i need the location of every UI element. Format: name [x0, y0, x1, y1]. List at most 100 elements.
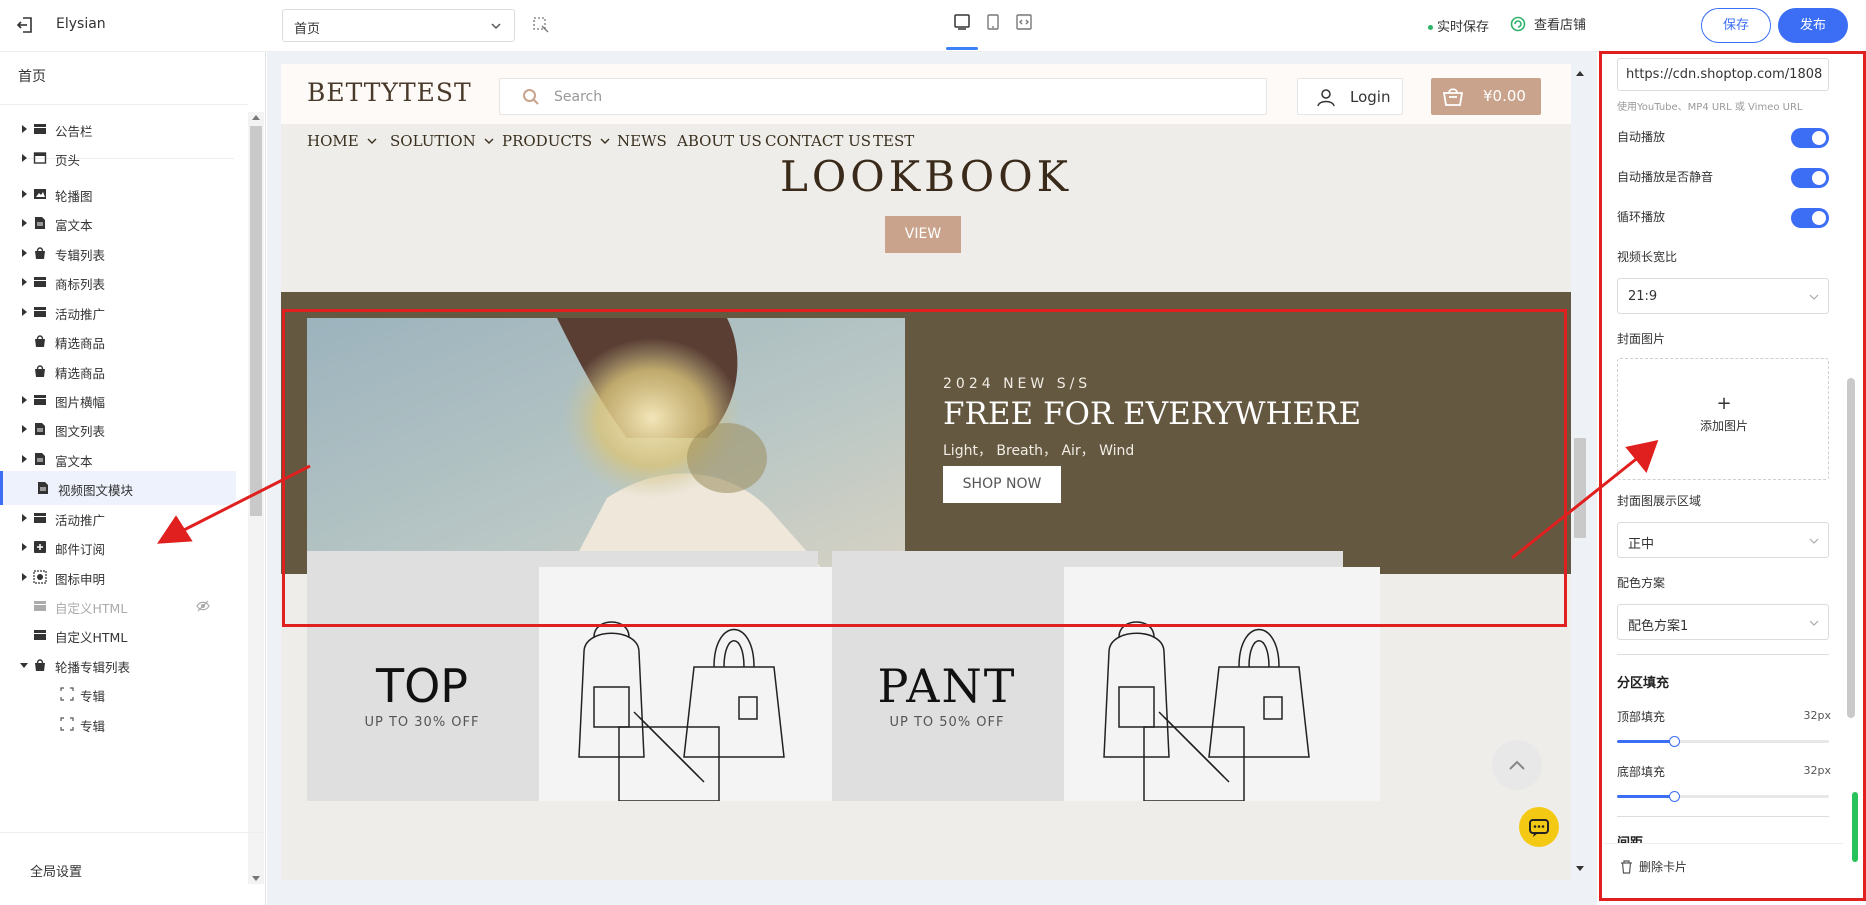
caret-right-icon[interactable] — [20, 218, 28, 228]
document-icon — [35, 217, 45, 229]
canvas-scroll-thumb[interactable] — [1574, 438, 1586, 538]
caret-right-icon[interactable] — [20, 572, 28, 582]
nav-item-news[interactable]: NEWS — [617, 132, 667, 150]
bag-icon — [35, 335, 45, 347]
sidebar-item-10[interactable]: 图文列表 — [0, 412, 236, 446]
caret-right-icon[interactable] — [20, 277, 28, 287]
sidebar-item-label: 精选商品 — [55, 366, 106, 381]
login-button[interactable]: Login — [1297, 78, 1403, 115]
divider — [0, 104, 248, 105]
code-view-icon[interactable] — [1014, 12, 1034, 32]
caret-right-icon[interactable] — [20, 307, 28, 317]
publish-button[interactable]: 发布 — [1778, 8, 1848, 43]
sidebar-item-label: 精选商品 — [55, 336, 106, 351]
sidebar-item-label: 公告栏 — [55, 124, 93, 139]
sidebar-item-label: 自定义HTML — [55, 601, 128, 616]
sidebar-item-label: 活动推广 — [55, 307, 106, 322]
caret-right-icon[interactable] — [20, 542, 28, 552]
sidebar-item-5[interactable]: 商标列表 — [0, 265, 236, 299]
search-icon — [523, 89, 539, 105]
settings-panel-outline — [1599, 51, 1866, 901]
search-placeholder: Search — [554, 89, 603, 105]
scroll-up-icon[interactable] — [252, 114, 260, 120]
autosave-status: 实时保存 — [1428, 16, 1489, 35]
view-button[interactable]: VIEW — [885, 216, 961, 253]
sidebar-item-label: 邮件订阅 — [55, 542, 106, 557]
sidebar-item-label: 富文本 — [55, 454, 93, 469]
nav-item-test[interactable]: TEST — [873, 132, 914, 150]
caret-right-icon[interactable] — [20, 454, 28, 464]
layers-icon — [34, 630, 46, 640]
store-search-input[interactable]: Search — [499, 78, 1267, 115]
caret-right-icon[interactable] — [20, 395, 28, 405]
canvas-scrollbar[interactable] — [1571, 64, 1589, 880]
caret-right-icon[interactable] — [20, 424, 28, 434]
selection-tool-icon[interactable] — [532, 16, 550, 34]
layers-icon — [34, 307, 46, 317]
section-sidebar: 首页 公告栏 页头 轮播图 富文本 专辑列表 商标列表 活动推广 精选商品 精选商品 图片横幅 图文… — [0, 52, 266, 905]
chevron-down-icon — [484, 138, 494, 144]
sidebar-item-label: 图文列表 — [55, 424, 106, 439]
sidebar-item-label: 活动推广 — [55, 513, 106, 528]
sidebar-home-label[interactable]: 首页 — [18, 66, 46, 86]
sidebar-scrollbar[interactable] — [248, 112, 264, 884]
bag-icon — [35, 659, 45, 671]
section-tree: 公告栏 页头 轮播图 富文本 专辑列表 商标列表 活动推广 精选商品 精选商品 图片横幅 图文列表富… — [0, 112, 248, 884]
save-button[interactable]: 保存 — [1701, 8, 1771, 43]
caret-right-icon[interactable] — [20, 189, 28, 199]
caret-right-icon[interactable] — [20, 153, 28, 163]
window-icon — [33, 152, 47, 164]
store-logo[interactable]: BETTYTEST — [307, 78, 472, 107]
scroll-up-icon[interactable] — [1576, 70, 1584, 76]
tablet-view-icon[interactable] — [983, 12, 1003, 32]
mail-plus-icon — [34, 541, 46, 553]
chat-button[interactable] — [1519, 807, 1559, 847]
sidebar-item-17[interactable]: 自定义HTML — [0, 618, 236, 652]
sidebar-item-20[interactable]: 专辑 — [0, 707, 236, 741]
sidebar-item-14[interactable]: 邮件订阅 — [0, 530, 236, 564]
document-icon — [35, 453, 45, 465]
autosave-label: 实时保存 — [1437, 20, 1490, 35]
badge-icon — [33, 570, 47, 584]
sidebar-item-label: 视频图文模块 — [58, 483, 134, 498]
view-store-link[interactable]: 查看店铺 — [1510, 14, 1586, 33]
chevron-down-icon — [491, 23, 501, 30]
image-icon — [34, 189, 46, 199]
active-device-indicator — [946, 47, 978, 50]
sidebar-item-12[interactable]: 视频图文模块 — [0, 471, 236, 505]
sidebar-item-1[interactable]: 页头 — [0, 141, 236, 175]
sidebar-item-19[interactable]: 专辑 — [0, 677, 236, 711]
sidebar-item-label: 商标列表 — [55, 277, 106, 292]
layers-icon — [34, 513, 46, 523]
scroll-down-icon[interactable] — [1576, 866, 1584, 872]
promo-subtitle: UP TO 30% OFF — [364, 715, 480, 730]
page-select[interactable]: 首页 — [282, 9, 515, 42]
layers-icon — [34, 395, 46, 405]
back-to-top-button[interactable] — [1492, 740, 1542, 790]
sidebar-item-label: 自定义HTML — [55, 630, 128, 645]
sidebar-scroll-thumb[interactable] — [250, 126, 262, 516]
sidebar-item-3[interactable]: 富文本 — [0, 206, 236, 240]
nav-item-contact[interactable]: CONTACT US — [765, 132, 871, 150]
caret-right-icon[interactable] — [20, 248, 28, 258]
store-header: BETTYTEST Search Login ¥0.00 — [281, 64, 1571, 124]
layers-icon — [34, 124, 46, 134]
sidebar-item-7[interactable]: 精选商品 — [0, 324, 236, 358]
exit-icon[interactable] — [14, 14, 36, 36]
eye-off-icon[interactable] — [196, 600, 210, 612]
sidebar-item-label: 轮播图 — [55, 189, 93, 204]
status-dot-icon — [1428, 25, 1433, 30]
caret-right-icon[interactable] — [20, 124, 28, 134]
nav-item-about[interactable]: ABOUT US — [677, 132, 762, 150]
caret-down-icon[interactable] — [20, 660, 28, 670]
cart-button[interactable]: ¥0.00 — [1431, 78, 1541, 115]
nav-item-solution[interactable]: SOLUTION — [390, 132, 494, 150]
desktop-view-icon[interactable] — [952, 12, 972, 32]
global-settings-button[interactable]: 全局设置 — [0, 832, 266, 905]
caret-right-icon[interactable] — [20, 513, 28, 523]
sidebar-item-label: 图片横幅 — [55, 395, 106, 410]
document-icon — [35, 423, 45, 435]
chevron-down-icon — [600, 138, 610, 144]
nav-item-home[interactable]: HOME — [307, 132, 377, 150]
nav-item-products[interactable]: PRODUCTS — [502, 132, 610, 150]
